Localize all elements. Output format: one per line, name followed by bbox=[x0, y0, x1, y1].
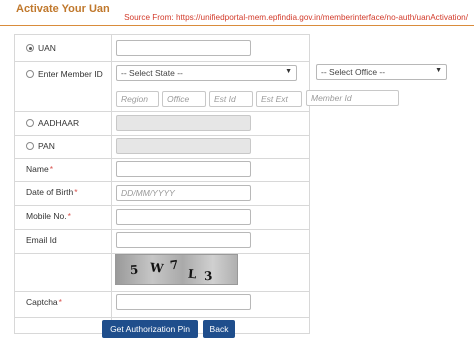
captcha-char: L bbox=[187, 266, 198, 282]
row-divider bbox=[15, 111, 309, 112]
name-input[interactable] bbox=[116, 161, 251, 177]
pan-input[interactable] bbox=[116, 138, 251, 154]
captcha-char: 3 bbox=[203, 268, 213, 284]
captcha-char: 5 bbox=[129, 262, 139, 278]
title-divider bbox=[0, 25, 474, 26]
state-select[interactable]: -- Select State -- ▼ bbox=[116, 65, 297, 81]
mobile-label: Mobile No.* bbox=[26, 211, 71, 221]
email-input[interactable] bbox=[116, 232, 251, 248]
required-mark: * bbox=[49, 164, 53, 174]
dob-label: Date of Birth* bbox=[26, 187, 78, 197]
required-mark: * bbox=[67, 211, 71, 221]
est-id-input[interactable]: Est Id bbox=[209, 91, 253, 107]
aadhaar-radio[interactable] bbox=[26, 119, 34, 127]
captcha-char: W bbox=[149, 260, 165, 276]
required-mark: * bbox=[74, 187, 78, 197]
pan-label: PAN bbox=[38, 141, 55, 151]
row-divider bbox=[15, 181, 309, 182]
pan-radio[interactable] bbox=[26, 142, 34, 150]
aadhaar-input[interactable] bbox=[116, 115, 251, 131]
get-authorization-pin-button[interactable]: Get Authorization Pin bbox=[102, 320, 198, 338]
page-title: Activate Your Uan bbox=[16, 3, 110, 15]
est-ext-input[interactable]: Est Ext bbox=[256, 91, 302, 107]
office-select-value: -- Select Office -- bbox=[321, 67, 386, 77]
captcha-input[interactable] bbox=[116, 294, 251, 310]
uan-input[interactable] bbox=[116, 40, 251, 56]
column-divider bbox=[111, 35, 112, 333]
captcha-image: 5 W 7 L 3 bbox=[115, 254, 238, 285]
required-mark: * bbox=[58, 297, 62, 307]
uan-label: UAN bbox=[38, 43, 56, 53]
mobile-input[interactable] bbox=[116, 209, 251, 225]
member-id-label: Enter Member ID bbox=[38, 69, 103, 79]
row-divider bbox=[15, 317, 309, 318]
row-divider bbox=[15, 61, 309, 62]
email-label: Email Id bbox=[26, 235, 57, 245]
row-divider bbox=[15, 135, 309, 136]
office-input[interactable]: Office bbox=[162, 91, 206, 107]
member-id-radio[interactable] bbox=[26, 70, 34, 78]
state-select-value: -- Select State -- bbox=[121, 68, 183, 78]
region-input[interactable]: Region bbox=[116, 91, 159, 107]
captcha-label: Captcha* bbox=[26, 297, 62, 307]
source-note: Source From: https://unifiedportal-mem.e… bbox=[124, 13, 468, 22]
aadhaar-label: AADHAAR bbox=[38, 118, 80, 128]
back-button[interactable]: Back bbox=[203, 320, 235, 338]
member-id-input[interactable]: Member Id bbox=[306, 90, 399, 106]
chevron-down-icon: ▼ bbox=[435, 67, 442, 74]
uan-radio[interactable] bbox=[26, 44, 34, 52]
name-label: Name* bbox=[26, 164, 53, 174]
chevron-down-icon: ▼ bbox=[285, 68, 292, 75]
row-divider bbox=[15, 158, 309, 159]
dob-input[interactable]: DD/MM/YYYY bbox=[116, 185, 251, 201]
office-select[interactable]: -- Select Office -- ▼ bbox=[316, 64, 447, 80]
uan-activation-form: UAN Enter Member ID -- Select State -- ▼… bbox=[14, 34, 310, 334]
row-divider bbox=[15, 205, 309, 206]
row-divider bbox=[15, 291, 309, 292]
row-divider bbox=[15, 229, 309, 230]
captcha-char: 7 bbox=[169, 257, 180, 273]
